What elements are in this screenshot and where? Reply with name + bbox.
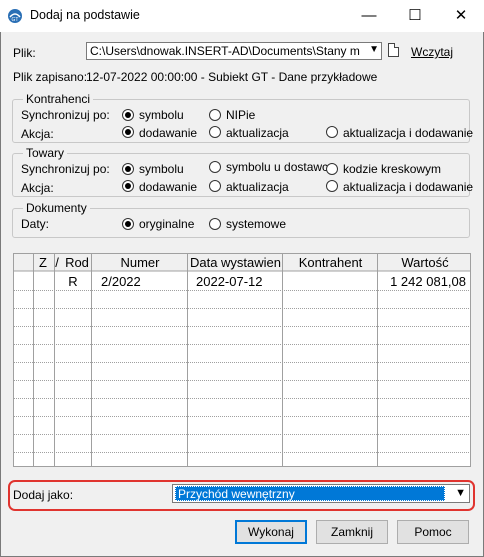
documents-dates-system-label: systemowe [226, 217, 287, 231]
contractors-action-update-radio[interactable] [209, 126, 221, 138]
load-link[interactable]: Wczytaj [411, 45, 453, 59]
contractors-group-title: Kontrahenci [23, 92, 94, 106]
products-action-both-label: aktualizacja i dodawanie [343, 180, 474, 194]
close-button[interactable]: Zamknij [316, 520, 388, 544]
documents-dates-system-radio[interactable] [209, 218, 221, 230]
contractors-action-both-radio[interactable] [326, 126, 338, 138]
window-title: Dodaj na podstawie [30, 8, 140, 22]
svg-text:GT: GT [12, 17, 19, 23]
close-window-button[interactable]: ✕ [438, 0, 484, 32]
maximize-button[interactable]: ☐ [392, 0, 438, 32]
contractors-sync-nip-radio[interactable] [209, 109, 221, 121]
documents-dates-label: Daty: [21, 217, 50, 231]
contractors-sync-symbol-label: symbolu [139, 108, 184, 122]
products-group-title: Towary [23, 146, 68, 160]
add-as-label: Dodaj jako: [13, 488, 74, 502]
documents-dates-original-label: oryginalne [139, 217, 195, 231]
contractors-action-label: Akcja: [21, 127, 54, 141]
contractors-sync-symbol-radio[interactable] [122, 109, 134, 121]
cell-data: 2022-07-12 [196, 274, 263, 289]
contractors-sync-nip-label: NIPie [226, 108, 256, 122]
products-sync-barcode-label: kodzie kreskowym [343, 162, 442, 176]
products-action-label: Akcja: [21, 181, 54, 195]
file-label: Plik: [13, 46, 36, 60]
column-header-kontrahent[interactable]: Kontrahent [283, 254, 378, 271]
contractors-action-add-label: dodawanie [139, 126, 198, 140]
cell-rod: R [68, 274, 78, 289]
products-action-both-radio[interactable] [326, 180, 338, 192]
document-icon[interactable] [388, 43, 399, 57]
contractors-action-add-radio[interactable] [122, 126, 134, 138]
products-sync-label: Synchronizuj po: [21, 162, 110, 176]
documents-group-title: Dokumenty [23, 201, 90, 215]
app-icon: GT [8, 9, 22, 23]
maximize-icon: ☐ [408, 7, 422, 24]
cell-wartosc: 1 242 081,08 [390, 274, 466, 289]
products-sync-symbol-radio[interactable] [122, 163, 134, 175]
chevron-down-icon: ▼ [369, 44, 379, 55]
minimize-button[interactable]: — [346, 0, 392, 32]
add-as-select[interactable]: Przychód wewnętrzny ▼ [172, 484, 470, 503]
saved-value: 12-07-2022 00:00:00 - Subiekt GT - Dane … [86, 70, 378, 84]
products-sync-barcode-radio[interactable] [326, 163, 338, 175]
cell-numer: 2/2022 [101, 274, 141, 289]
saved-label: Plik zapisano: [13, 70, 88, 84]
products-action-update-radio[interactable] [209, 180, 221, 192]
chevron-down-icon: ▼ [455, 487, 466, 499]
column-header-rod[interactable]: Rod [62, 254, 92, 271]
cell-kontrahent [283, 272, 377, 291]
documents-table[interactable]: Z / Rod Numer Data wystawien Kontrahent … [13, 253, 471, 467]
products-action-add-radio[interactable] [122, 180, 134, 192]
products-sync-symbol-label: symbolu [139, 162, 184, 176]
help-button[interactable]: Pomoc [397, 520, 469, 544]
column-header-wartosc[interactable]: Wartość [378, 254, 470, 271]
column-header-z[interactable]: Z [34, 254, 52, 271]
minimize-icon: — [361, 7, 377, 24]
column-header-data[interactable]: Data wystawien [188, 254, 283, 271]
documents-dates-original-radio[interactable] [122, 218, 134, 230]
close-icon: ✕ [454, 7, 468, 24]
add-as-selected-value: Przychód wewnętrzny [175, 486, 445, 501]
title-bar: GT Dodaj na podstawie — ☐ ✕ [0, 0, 484, 32]
contractors-sync-label: Synchronizuj po: [21, 108, 110, 122]
column-header-slash[interactable]: / [52, 254, 62, 271]
file-path-value: C:\Users\dnowak.INSERT-AD\Documents\Stan… [90, 44, 360, 58]
contractors-action-both-label: aktualizacja i dodawanie [343, 126, 474, 140]
column-header-numer[interactable]: Numer [92, 254, 188, 271]
products-sync-supplier-radio[interactable] [209, 161, 221, 173]
execute-button[interactable]: Wykonaj [235, 520, 307, 544]
file-path-combo[interactable]: C:\Users\dnowak.INSERT-AD\Documents\Stan… [86, 42, 382, 60]
products-action-add-label: dodawanie [139, 180, 198, 194]
contractors-action-update-label: aktualizacja [226, 126, 289, 140]
products-sync-supplier-label: symbolu u dostawcy [226, 160, 335, 174]
products-action-update-label: aktualizacja [226, 180, 289, 194]
